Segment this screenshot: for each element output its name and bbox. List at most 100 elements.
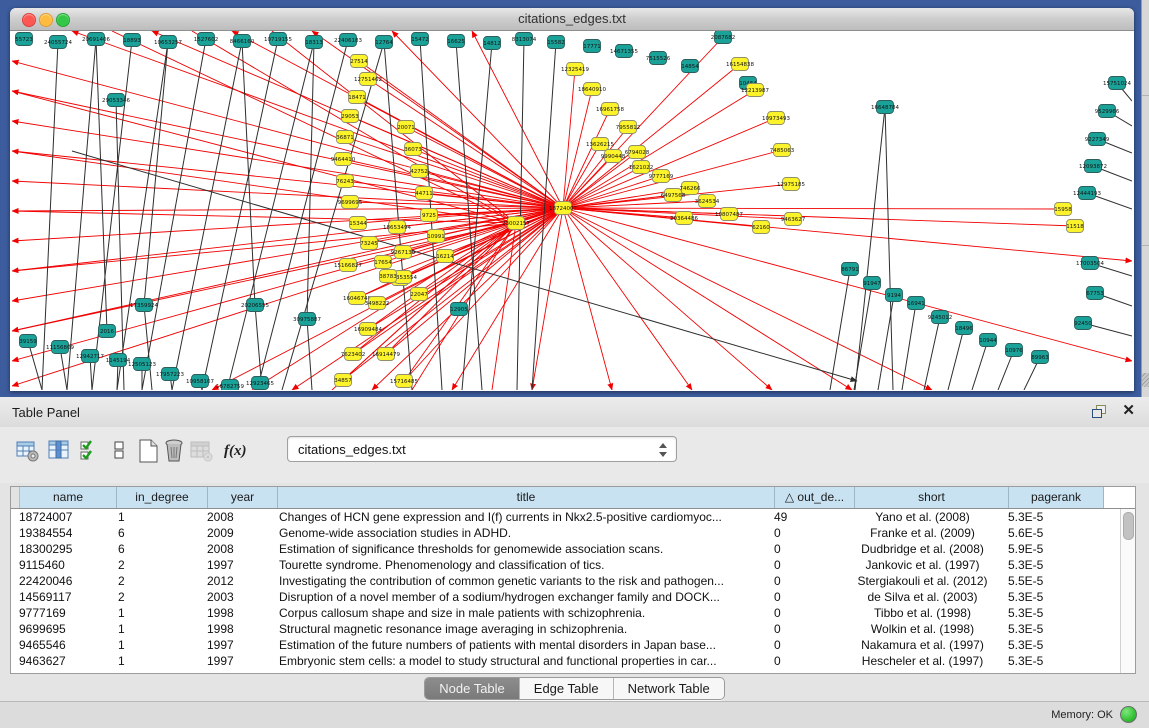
tab-edge-table[interactable]: Edge Table — [520, 678, 614, 699]
selected-node[interactable]: 16154838 — [726, 58, 754, 71]
selected-node[interactable]: 18640910 — [578, 83, 606, 96]
close-panel-icon[interactable]: ✕ — [1122, 403, 1135, 418]
selected-node[interactable]: 1621022 — [629, 161, 654, 174]
selected-node[interactable]: 15344 — [349, 217, 367, 230]
node[interactable]: 16941 — [907, 297, 925, 310]
node[interactable]: 16782759 — [216, 380, 244, 391]
node[interactable]: 15472 — [411, 33, 429, 46]
selected-node[interactable]: 38783 — [379, 270, 397, 283]
table-select-dropdown[interactable]: citations_edges.txt — [287, 436, 677, 462]
node[interactable]: 10653257 — [154, 36, 182, 49]
function-builder-icon[interactable]: f(x) — [224, 443, 248, 469]
node[interactable]: 55723 — [15, 33, 33, 46]
selected-node[interactable]: 62160 — [752, 221, 770, 234]
selected-node[interactable]: 7623402 — [341, 348, 366, 361]
node[interactable]: 24055724 — [44, 36, 72, 49]
selected-node[interactable]: 9777169 — [649, 170, 674, 183]
selected-node[interactable]: 7485063 — [770, 144, 795, 157]
selected-node[interactable]: 18653494 — [383, 221, 411, 234]
node[interactable]: 20206555 — [241, 299, 269, 312]
node[interactable]: 10976 — [1005, 344, 1023, 357]
table-options-icon[interactable] — [16, 439, 40, 465]
node[interactable]: 14812 — [483, 37, 501, 50]
node[interactable]: 14671355 — [610, 45, 638, 58]
node[interactable]: 9529966 — [1095, 105, 1120, 118]
tab-node-table[interactable]: Node Table — [425, 678, 520, 699]
table-row[interactable]: 977716911998Corpus callosum shape and si… — [11, 605, 1121, 621]
node[interactable]: 86791 — [841, 263, 859, 276]
node[interactable]: 7515526 — [646, 52, 671, 65]
node[interactable]: 2087682 — [711, 31, 736, 44]
selected-node[interactable]: 15166827 — [334, 259, 362, 272]
selected-node[interactable]: 11518 — [1066, 220, 1084, 233]
selected-node[interactable]: 44711 — [415, 187, 433, 200]
selected-node[interactable]: 10991 — [427, 230, 445, 243]
selected-node[interactable]: 9725 — [421, 209, 438, 222]
selected-node[interactable]: 16214 — [436, 250, 454, 263]
node[interactable]: 10944 — [979, 334, 997, 347]
node[interactable]: 92450 — [1074, 317, 1092, 330]
node[interactable]: 16648784 — [871, 101, 899, 114]
node[interactable]: 12905 — [450, 303, 468, 316]
table-row[interactable]: 1938455462009Genome-wide association stu… — [11, 525, 1121, 541]
node[interactable]: 15582 — [547, 36, 565, 49]
selected-node[interactable]: 17654 — [374, 256, 392, 269]
selected-node[interactable]: 15958 — [1054, 203, 1072, 216]
node[interactable]: 8313074 — [512, 33, 537, 46]
float-panel-icon[interactable] — [1092, 405, 1107, 418]
table-row[interactable]: 969969511998Structural magnetic resonanc… — [11, 621, 1121, 637]
node[interactable]: 8466160 — [230, 35, 255, 48]
selected-node[interactable]: 12325419 — [561, 63, 589, 76]
node[interactable]: 12764 — [375, 36, 393, 49]
node[interactable]: 1145194 — [106, 354, 131, 367]
table-row[interactable]: 946554611997Estimation of the future num… — [11, 637, 1121, 653]
selected-node[interactable]: 36871 — [336, 131, 354, 144]
node[interactable]: 30975887 — [293, 313, 321, 326]
memory-ok-indicator-icon[interactable] — [1120, 706, 1137, 723]
node[interactable]: 18313 — [305, 36, 323, 49]
select-columns-icon[interactable] — [79, 439, 103, 465]
node[interactable]: 89963 — [1031, 351, 1049, 364]
node[interactable]: 12444193 — [1073, 187, 1101, 200]
column-header-0[interactable]: name — [20, 487, 117, 508]
delete-column-icon[interactable] — [163, 439, 187, 465]
column-header-1[interactable]: in_degree — [117, 487, 208, 508]
selected-node[interactable]: 76243 — [336, 175, 354, 188]
node[interactable]: 91947 — [863, 277, 881, 290]
table-vertical-scrollbar[interactable] — [1120, 509, 1135, 673]
node[interactable]: 67753 — [1086, 287, 1104, 300]
new-table-icon[interactable] — [137, 439, 161, 465]
node[interactable]: 17957223 — [156, 368, 184, 381]
table-row[interactable]: 1872400712008Changes of HCN gene express… — [11, 509, 1121, 525]
selected-node[interactable]: 34857 — [334, 374, 352, 387]
tab-network-table[interactable]: Network Table — [614, 678, 724, 699]
table-row[interactable]: 1830029562008Estimation of significance … — [11, 541, 1121, 557]
scrollbar-thumb[interactable] — [1123, 512, 1134, 540]
selected-node[interactable]: 15716485 — [390, 375, 418, 388]
node[interactable]: 18496 — [955, 322, 973, 335]
node[interactable]: 9194 — [886, 289, 903, 302]
node[interactable]: 29053346 — [102, 94, 130, 107]
selected-node[interactable]: 10807487 — [715, 208, 743, 221]
node[interactable]: 22406183 — [334, 34, 362, 47]
selected-node[interactable]: 27514 — [350, 55, 368, 68]
table-row[interactable]: 911546021997Tourette syndrome. Phenomeno… — [11, 557, 1121, 573]
node[interactable]: 15751024 — [1103, 77, 1131, 90]
selected-node[interactable]: 18471 — [348, 91, 366, 104]
selected-node[interactable]: 29053 — [341, 110, 359, 123]
node[interactable]: 18893 — [123, 34, 141, 47]
table-row[interactable]: 1456911722003Disruption of a novel membe… — [11, 589, 1121, 605]
node[interactable]: 12505123 — [128, 358, 156, 371]
selected-node[interactable]: 42752 — [410, 165, 428, 178]
selected-node[interactable]: 20071 — [397, 121, 415, 134]
node[interactable]: 9227349 — [1085, 133, 1110, 146]
selected-node[interactable]: 7955812 — [616, 121, 641, 134]
node[interactable]: 39159 — [19, 335, 37, 348]
selected-node[interactable]: 3624534 — [695, 195, 720, 208]
selected-node[interactable]: 9699695 — [338, 196, 363, 209]
selected-node[interactable]: 12975185 — [777, 178, 805, 191]
column-header-4[interactable]: △ out_de... — [775, 487, 855, 508]
node[interactable]: 2016 — [99, 325, 116, 338]
network-canvas[interactable]: 5572324055724206914061889310653257152760… — [12, 31, 1132, 390]
selected-node[interactable]: 9463627 — [781, 213, 806, 226]
